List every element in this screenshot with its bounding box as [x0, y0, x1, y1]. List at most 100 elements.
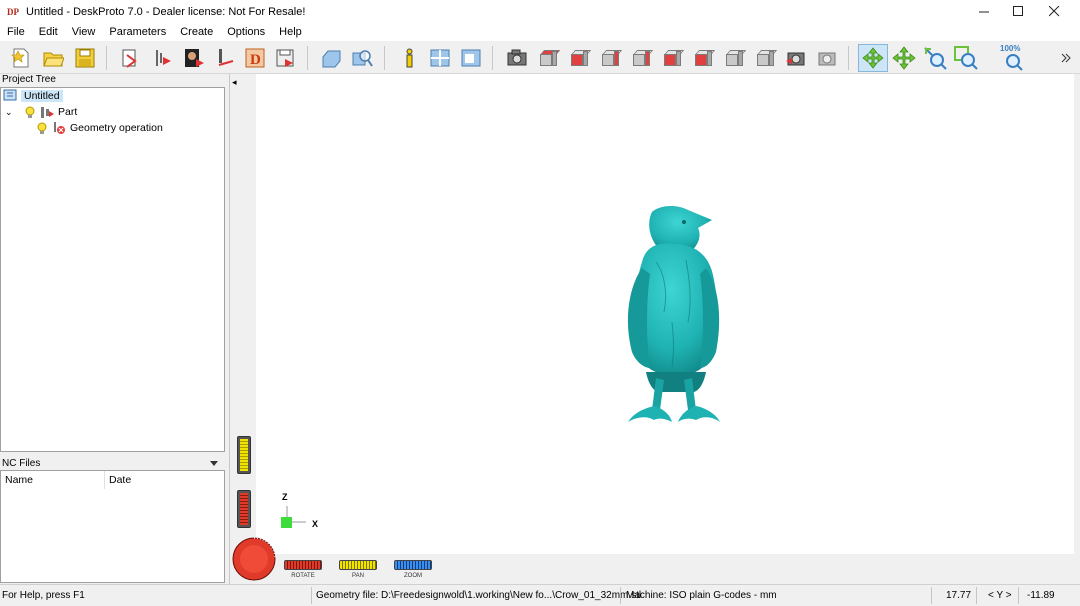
tree-item-geometry-operation[interactable]: Geometry operation — [35, 120, 166, 136]
cube-back-view-icon — [631, 49, 654, 67]
view-iso2-button[interactable] — [752, 45, 778, 71]
info-button[interactable] — [396, 45, 422, 71]
zoom-wheel[interactable] — [394, 560, 432, 570]
close-button[interactable] — [1036, 0, 1072, 23]
menu-file[interactable]: File — [0, 26, 32, 38]
bitmap-icon — [185, 49, 204, 67]
view-iso-button[interactable] — [721, 45, 747, 71]
zoom-window-icon — [954, 46, 978, 70]
status-separator — [620, 587, 621, 604]
pan-mode-button[interactable] — [891, 45, 917, 71]
preview-button[interactable] — [349, 45, 375, 71]
part-button[interactable] — [149, 45, 175, 71]
view-next-button[interactable] — [814, 45, 840, 71]
status-help: For Help, press F1 — [2, 590, 85, 601]
rotate-mode-button[interactable] — [858, 44, 888, 72]
maximize-icon — [1012, 6, 1023, 16]
save-button[interactable] — [72, 45, 98, 71]
title-bar: DP Untitled - DeskProto 7.0 - Dealer lic… — [0, 0, 1080, 23]
status-separator — [976, 587, 977, 604]
zoom-mode-button[interactable] — [922, 45, 948, 71]
view-right-button[interactable] — [597, 45, 623, 71]
column-header-date[interactable]: Date — [105, 471, 225, 489]
view-back-button[interactable] — [628, 45, 654, 71]
view-front-button[interactable] — [566, 45, 592, 71]
view-top-button[interactable] — [535, 45, 561, 71]
lightbulb-icon[interactable] — [35, 121, 49, 135]
tree-item-project[interactable]: Untitled — [3, 88, 63, 104]
export-button[interactable] — [273, 45, 299, 71]
yellow-slider[interactable] — [237, 436, 251, 474]
project-icon — [3, 89, 17, 101]
cube-iso-view-icon — [724, 49, 747, 67]
menu-view[interactable]: View — [65, 26, 103, 38]
status-separator — [311, 587, 312, 604]
status-y-label: < Y > — [988, 590, 1012, 601]
zoom-percentage-label: 100% — [1000, 44, 1021, 53]
new-project-button[interactable] — [8, 45, 34, 71]
window-view-button[interactable] — [458, 45, 484, 71]
load-geometry-icon — [122, 49, 137, 68]
toolbar-separator — [848, 46, 849, 70]
tree-item-part[interactable]: ⌄ Part — [5, 104, 80, 120]
rotate-wheel[interactable] — [284, 560, 322, 570]
zoom-all-icon: 100% — [998, 44, 1028, 71]
save-nc-icon — [276, 49, 294, 67]
status-separator — [931, 587, 932, 604]
toolbar-overflow-button[interactable] — [1056, 45, 1076, 71]
red-slider[interactable] — [237, 490, 251, 528]
toolbar: D 100% — [0, 41, 1080, 74]
menu-options[interactable]: Options — [220, 26, 272, 38]
cube-right-view-icon — [600, 49, 623, 67]
four-views-icon — [430, 49, 450, 67]
cube-front-view-icon — [569, 49, 592, 67]
camera-icon — [507, 49, 527, 66]
svg-text:D: D — [250, 52, 261, 68]
layout-button[interactable] — [427, 45, 453, 71]
view-previous-button[interactable] — [783, 45, 809, 71]
snapshot-button[interactable] — [504, 45, 530, 71]
menu-create[interactable]: Create — [173, 26, 220, 38]
menu-parameters[interactable]: Parameters — [102, 26, 173, 38]
expand-chevron-icon[interactable]: ⌄ — [5, 107, 17, 118]
maximize-button[interactable] — [1000, 0, 1036, 23]
nc-files-header: NC Files — [0, 457, 225, 470]
tree-item-label: Geometry operation — [70, 122, 163, 134]
cube-iso2-view-icon — [755, 49, 778, 67]
lightbulb-icon[interactable] — [23, 105, 37, 119]
view-bottom-button[interactable] — [690, 45, 716, 71]
column-header-name[interactable]: Name — [1, 471, 105, 489]
zoom-magnifier-icon — [1006, 54, 1023, 71]
zoom-all-button[interactable]: 100% — [998, 44, 1028, 71]
close-icon — [1048, 6, 1059, 17]
nc-files-title: NC Files — [2, 458, 41, 469]
project-tree-title: Project Tree — [0, 74, 225, 87]
menu-edit[interactable]: Edit — [32, 26, 65, 38]
zoom-window-button[interactable] — [953, 45, 979, 71]
deskproto-button[interactable]: D — [242, 45, 268, 71]
view-left-button[interactable] — [659, 45, 685, 71]
status-geometry-file: Geometry file: D:\Freedesignwold\1.worki… — [316, 590, 642, 601]
chevron-double-right-icon — [1061, 53, 1071, 63]
tree-item-label: Untitled — [21, 90, 63, 102]
open-button[interactable] — [40, 45, 66, 71]
pan-wheel[interactable] — [339, 560, 377, 570]
toolpath-button[interactable] — [211, 45, 237, 71]
load-geometry-button[interactable] — [117, 45, 143, 71]
minimize-button[interactable] — [966, 0, 1002, 23]
simulation-button[interactable] — [318, 45, 344, 71]
crow-model — [627, 206, 720, 422]
minimize-icon — [978, 11, 989, 13]
menu-help[interactable]: Help — [272, 26, 309, 38]
tree-item-label: Part — [58, 106, 78, 118]
single-view-icon — [461, 49, 481, 67]
chevron-down-icon[interactable] — [209, 460, 219, 468]
collapse-panel-icon[interactable]: ◂ — [232, 77, 237, 88]
save-icon — [75, 48, 95, 68]
camera-previous-icon — [786, 52, 805, 66]
cutter-icon — [218, 49, 234, 66]
cube-left-view-icon — [662, 49, 685, 67]
bitmap-button[interactable] — [180, 45, 206, 71]
3d-viewport[interactable]: Z X — [256, 74, 1074, 554]
rotate-dial[interactable] — [231, 536, 277, 582]
